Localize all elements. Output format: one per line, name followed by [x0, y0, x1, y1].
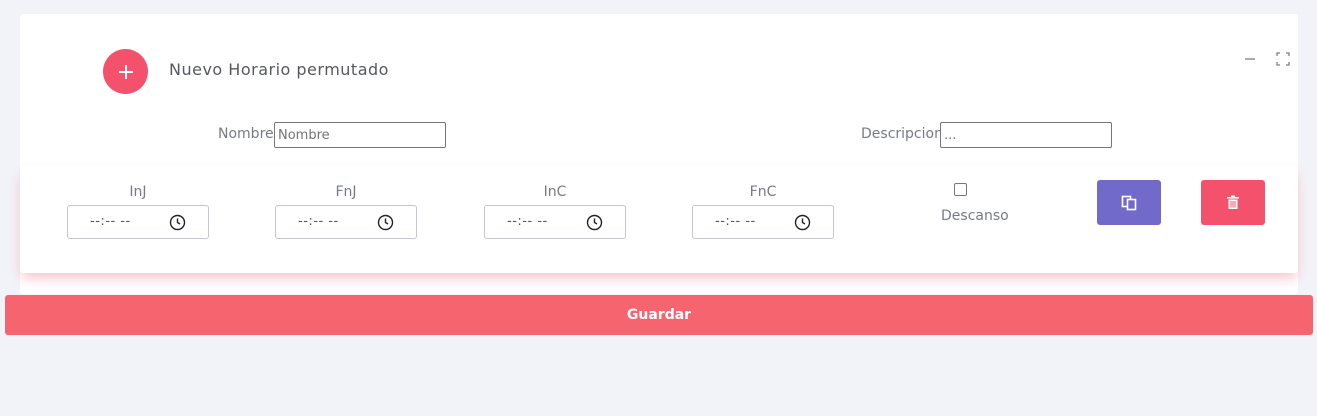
descanso-checkbox[interactable] [954, 183, 967, 196]
fnj-label: FnJ [335, 184, 357, 200]
clock-icon[interactable] [586, 214, 603, 231]
fnj-time-value: --:-- -- [298, 214, 339, 229]
descripcion-label: Descripcion [861, 126, 943, 142]
descanso-label: Descanso [941, 208, 1009, 224]
inj-label: InJ [129, 184, 147, 200]
clock-icon[interactable] [377, 214, 394, 231]
fnj-time-input[interactable]: --:-- -- [275, 205, 417, 239]
inj-time-input[interactable]: --:-- -- [67, 205, 209, 239]
copy-icon [1121, 195, 1137, 210]
guardar-button[interactable]: Guardar [5, 295, 1313, 335]
fnc-label: FnC [749, 184, 777, 200]
inc-time-value: --:-- -- [507, 214, 548, 229]
fnc-time-input[interactable]: --:-- -- [692, 205, 834, 239]
plus-icon [103, 49, 148, 94]
inc-time-input[interactable]: --:-- -- [484, 205, 626, 239]
nombre-input[interactable] [274, 122, 446, 148]
schedule-row: InJ --:-- -- FnJ --:-- -- InC --:-- -- F… [20, 166, 1298, 273]
expand-icon[interactable] [1276, 51, 1290, 66]
fnc-time-value: --:-- -- [715, 214, 756, 229]
inc-label: InC [543, 184, 567, 200]
portlet-title: Nuevo Horario permutado [169, 60, 389, 79]
clock-icon[interactable] [169, 214, 186, 231]
delete-row-button[interactable] [1201, 180, 1265, 225]
clock-icon[interactable] [794, 214, 811, 231]
inj-time-value: --:-- -- [90, 214, 131, 229]
minus-icon[interactable] [1243, 51, 1257, 65]
descripcion-input[interactable] [940, 122, 1112, 148]
nombre-label: Nombre [218, 126, 274, 142]
copy-row-button[interactable] [1097, 180, 1161, 225]
trash-icon [1227, 195, 1239, 209]
